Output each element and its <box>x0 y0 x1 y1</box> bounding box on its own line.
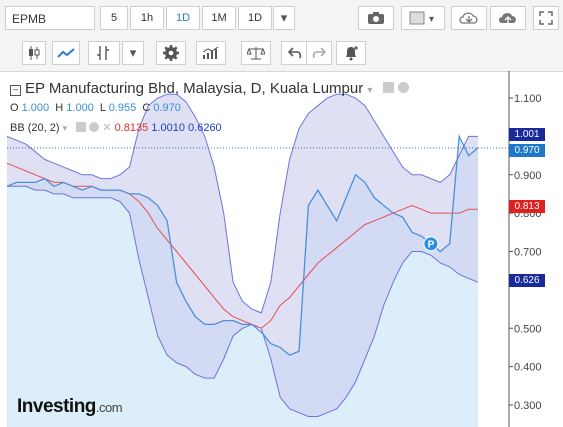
cloud-download-icon[interactable] <box>451 6 487 30</box>
interval-1m[interactable]: 1M <box>202 6 236 30</box>
y-tick-label: 1.100 <box>514 93 542 105</box>
eye-icon[interactable] <box>76 122 87 132</box>
fullscreen-icon[interactable] <box>533 6 559 30</box>
lower-band-tag: 0.626 <box>509 274 545 287</box>
compare-chart-icon[interactable] <box>196 41 226 65</box>
chevron-down-icon[interactable]: ▾ <box>273 6 295 30</box>
legend-title: – EP Manufacturing Bhd, Malaysia, D, Kual… <box>10 80 409 97</box>
chevron-down-icon[interactable]: ▾ <box>367 85 372 96</box>
chevron-down-icon[interactable]: ▾ <box>122 41 144 65</box>
bb-lower-value: 0.6260 <box>188 122 222 134</box>
svg-text:▾: ▾ <box>429 14 434 25</box>
logo-name: Investing <box>17 396 96 417</box>
logo-suffix: .com <box>95 400 123 415</box>
y-tick-label: 0.300 <box>514 400 542 412</box>
color-picker-button[interactable]: ▾ <box>401 6 445 30</box>
bb-label: BB (20, 2) <box>10 122 60 134</box>
undo-icon[interactable] <box>281 41 307 65</box>
interval-5[interactable]: 5 <box>100 6 128 30</box>
basis-tag: 0.813 <box>509 200 545 213</box>
interval-1h[interactable]: 1h <box>130 6 164 30</box>
high-value: 1.000 <box>66 102 94 114</box>
close-value: 0.970 <box>153 102 181 114</box>
y-tick-label: 0.400 <box>514 362 542 374</box>
gear-icon[interactable] <box>397 82 409 93</box>
y-tick-label: 0.900 <box>514 170 542 182</box>
investing-logo: Investing.com <box>17 396 123 418</box>
line-chart-icon[interactable] <box>52 41 80 65</box>
tools-toolbar: ▾ <box>0 36 563 72</box>
bb-upper-value: 1.0010 <box>151 122 185 134</box>
upper-band-tag: 1.001 <box>509 128 545 141</box>
symbol-input[interactable]: EPMB <box>5 6 95 30</box>
interval-1d[interactable]: 1D <box>166 6 200 30</box>
gear-icon[interactable] <box>89 122 100 132</box>
low-value: 0.955 <box>108 102 137 114</box>
collapse-icon[interactable]: – <box>10 85 21 96</box>
alert-bell-icon[interactable] <box>336 41 366 65</box>
camera-icon[interactable] <box>358 6 394 30</box>
indicators-icon[interactable] <box>88 41 120 65</box>
ohlc-legend: O 1.000 H 1.000 L 0.955 C 0.970 <box>10 102 181 114</box>
chevron-down-icon[interactable]: ▾ <box>63 123 68 133</box>
y-tick-label: 0.500 <box>514 323 542 335</box>
marker-label: P <box>428 239 435 250</box>
scales-icon[interactable] <box>241 41 271 65</box>
candlestick-icon[interactable] <box>22 41 46 65</box>
redo-icon[interactable] <box>306 41 332 65</box>
close-icon[interactable]: ✕ <box>102 122 111 134</box>
cloud-upload-icon[interactable] <box>490 6 526 30</box>
interval-1d-dropdown[interactable]: 1D <box>238 6 272 30</box>
open-value: 1.000 <box>21 102 50 114</box>
chart-title: EP Manufacturing Bhd, Malaysia, D, Kuala… <box>25 80 364 97</box>
gear-icon[interactable] <box>156 41 186 65</box>
bb-basis-value: 0.8135 <box>114 122 149 134</box>
y-tick-label: 0.700 <box>514 247 542 259</box>
top-toolbar: EPMB 5 1h 1D 1M 1D ▾ ▾ <box>0 0 563 37</box>
eye-icon[interactable] <box>382 82 394 93</box>
last-price-tag: 0.970 <box>509 144 545 157</box>
bb-legend: BB (20, 2) ▾ ✕ 0.8135 1.0010 0.6260 <box>10 121 222 134</box>
